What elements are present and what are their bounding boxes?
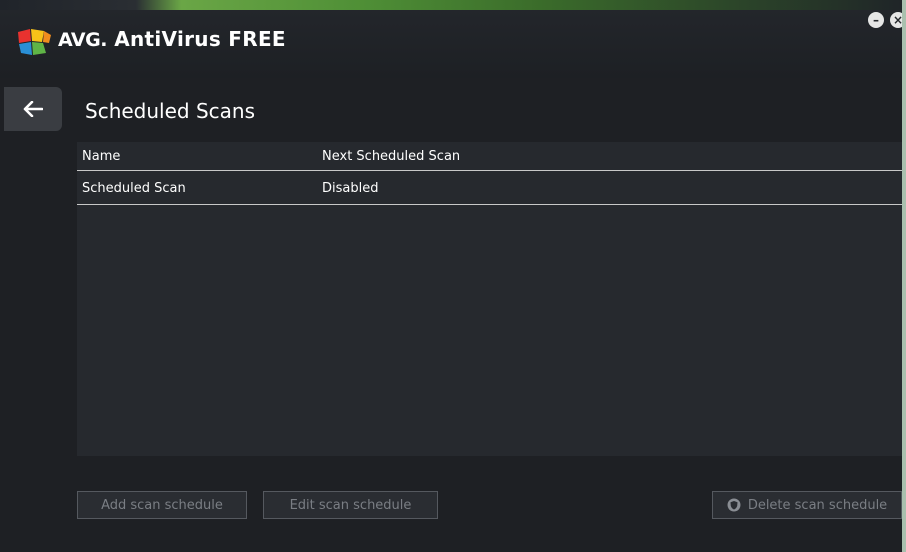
page-title: Scheduled Scans: [85, 99, 255, 123]
app-window: AVG. AntiVirus FREE – × Scheduled Scans …: [0, 0, 906, 552]
row-next-scan-cell: Disabled: [322, 181, 379, 196]
table-row[interactable]: Scheduled Scan Disabled: [77, 171, 902, 205]
edit-scan-schedule-label: Edit scan schedule: [289, 497, 412, 513]
shield-icon: [727, 498, 741, 512]
delete-scan-schedule-label: Delete scan schedule: [747, 497, 888, 513]
product-name: AntiVirus FREE: [114, 27, 286, 51]
add-scan-schedule-button[interactable]: Add scan schedule: [77, 491, 247, 519]
back-button[interactable]: [4, 87, 62, 131]
column-header-next-scheduled-scan[interactable]: Next Scheduled Scan: [322, 149, 460, 164]
brand-logo-text: AVG.: [58, 29, 107, 51]
arrow-left-icon: [23, 101, 43, 117]
minimize-icon: –: [873, 13, 879, 27]
table-header: Name Next Scheduled Scan: [77, 142, 902, 171]
avg-logo-icon: [18, 29, 51, 55]
minimize-button[interactable]: –: [868, 12, 884, 28]
scheduled-scans-table: Name Next Scheduled Scan Scheduled Scan …: [77, 142, 902, 456]
row-name-cell: Scheduled Scan: [82, 181, 186, 196]
column-header-name[interactable]: Name: [82, 149, 120, 164]
window-edge: [902, 0, 906, 552]
app-title: AVG. AntiVirus FREE: [58, 27, 286, 51]
delete-scan-schedule-button[interactable]: Delete scan schedule: [712, 491, 902, 519]
add-scan-schedule-label: Add scan schedule: [101, 497, 223, 513]
top-accent-bar: [0, 0, 906, 10]
edit-scan-schedule-button[interactable]: Edit scan schedule: [263, 491, 438, 519]
